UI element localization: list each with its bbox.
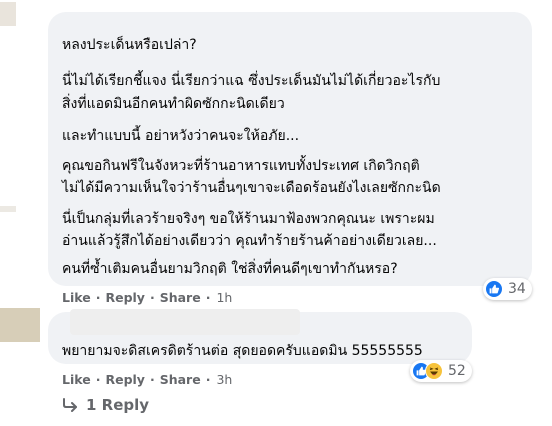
separator: · xyxy=(95,290,101,305)
comment-actions: Like · Reply · Share · 3h xyxy=(62,372,232,387)
commenter-name-redacted xyxy=(70,309,300,335)
separator: · xyxy=(205,290,211,305)
view-replies-label: 1 Reply xyxy=(86,396,150,414)
comment-text-line: นี่ไม่ได้เรียกชี้แจง นี่เรียกว่าแฉ ซึ่งป… xyxy=(62,73,441,89)
separator: · xyxy=(149,290,155,305)
comment-text-line: สิ่งที่แอดมินอีกคนทำผิดซักกะนิดเดียว xyxy=(62,96,285,112)
reaction-count: 34 xyxy=(508,281,526,297)
comment-text-line: หลงประเด็นหรือเปล่า? xyxy=(62,37,197,53)
separator: · xyxy=(149,372,155,387)
separator: · xyxy=(205,372,211,387)
comment-text-line: และทำแบบนี้ อย่าหวังว่าคนจะให้อภัย... xyxy=(62,128,300,144)
share-button[interactable]: Share xyxy=(160,372,201,387)
separator: · xyxy=(95,372,101,387)
comment-text-line: พยายามจะดิสเครดิตร้านต่อ สุดยอดครับแอดมิ… xyxy=(62,343,423,359)
reaction-summary[interactable]: 52 xyxy=(410,360,472,382)
reaction-summary[interactable]: 34 xyxy=(483,278,532,300)
cropped-avatar-strip xyxy=(0,2,16,26)
comment-actions: Like · Reply · Share · 1h xyxy=(62,290,232,305)
share-button[interactable]: Share xyxy=(160,290,201,305)
timestamp[interactable]: 3h xyxy=(216,372,232,387)
reply-arrow-icon xyxy=(63,398,77,412)
haha-icon xyxy=(425,362,443,380)
reply-button[interactable]: Reply xyxy=(105,290,144,305)
thread-line-fragment xyxy=(0,206,16,212)
like-button[interactable]: Like xyxy=(62,372,91,387)
comment-text-line: ไม่ได้มีความเห็นใจว่าร้านอื่นๆเขาจะเดือด… xyxy=(62,180,441,196)
comment-text-line: คนที่ซ้ำเติมคนอื่นยามวิกฤติ ใช่สิ่งที่คน… xyxy=(62,261,398,277)
timestamp[interactable]: 1h xyxy=(216,290,232,305)
reply-button[interactable]: Reply xyxy=(105,372,144,387)
like-icon xyxy=(485,280,503,298)
comment-text-line: คุณขอกินฟรีในจังหวะที่ร้านอาหารแทบทั้งปร… xyxy=(62,158,420,174)
avatar[interactable] xyxy=(0,308,40,342)
comment-text-line: นี่เป็นกลุ่มที่เลวร้ายจริงๆ ขอให้ร้านมาฟ… xyxy=(62,211,435,227)
view-replies-link[interactable]: 1 Reply xyxy=(62,396,149,414)
comment-text-line: อ่านแล้วรู้สึกได้อย่างเดียวว่า คุณทำร้าย… xyxy=(62,233,437,249)
like-button[interactable]: Like xyxy=(62,290,91,305)
reaction-count: 52 xyxy=(448,363,466,379)
